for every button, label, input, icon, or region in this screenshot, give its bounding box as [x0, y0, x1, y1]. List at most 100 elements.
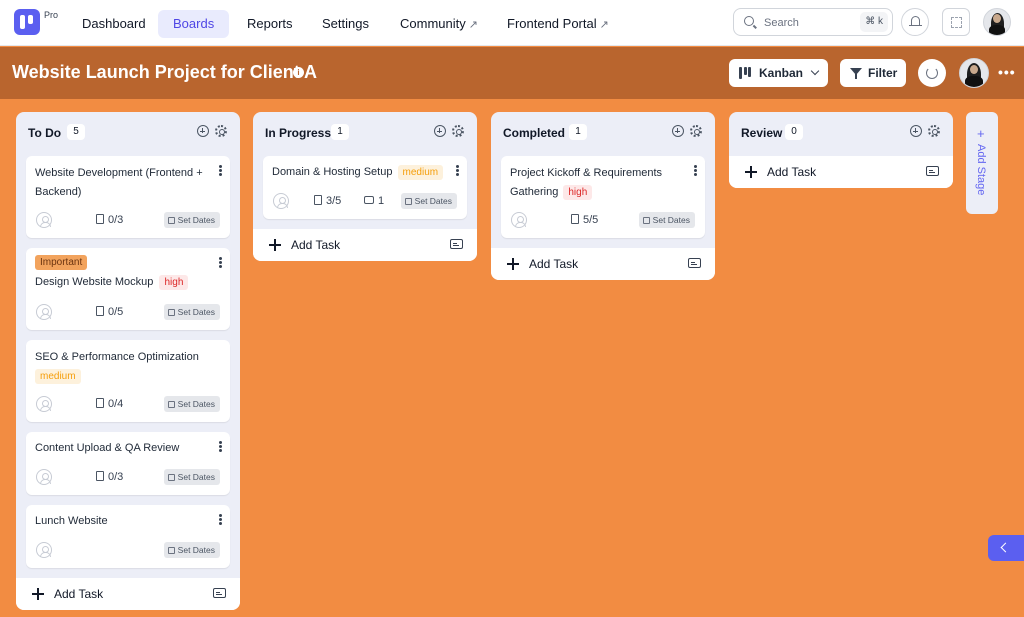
nav-frontend-portal-label: Frontend Portal [507, 16, 597, 31]
filter-icon [850, 68, 862, 79]
set-dates-button[interactable]: Set Dates [163, 469, 220, 485]
app-logo[interactable] [14, 9, 40, 35]
calendar-icon [404, 197, 412, 205]
task-title: Lunch Website [35, 515, 108, 527]
column-review: Review 0 Add Task [729, 112, 953, 188]
task-card[interactable]: SEO & Performance Optimization medium 0/… [26, 340, 230, 422]
add-task-button[interactable]: Add Task [729, 156, 953, 188]
nav-reports[interactable]: Reports [247, 10, 293, 38]
set-dates-label: Set Dates [177, 399, 215, 409]
gear-icon[interactable] [452, 125, 464, 137]
assignee-icon[interactable] [36, 542, 52, 558]
assignee-icon[interactable] [36, 396, 52, 412]
subtask-count: 5/5 [571, 214, 598, 226]
task-card[interactable]: Domain & Hosting Setup medium 3/5 1 Set … [263, 156, 467, 219]
kebab-menu-icon[interactable] [219, 165, 222, 176]
checklist-icon [96, 471, 104, 481]
add-circle-icon[interactable] [910, 125, 922, 137]
task-template-icon[interactable] [450, 239, 463, 249]
set-dates-label: Set Dates [177, 545, 215, 555]
assignee-icon[interactable] [273, 193, 289, 209]
assignee-icon[interactable] [36, 469, 52, 485]
add-task-button[interactable]: Add Task [253, 229, 477, 261]
task-title: SEO & Performance Optimization [35, 351, 199, 363]
assignee-icon[interactable] [511, 212, 527, 228]
bell-icon [909, 16, 922, 27]
add-circle-icon[interactable] [434, 125, 446, 137]
calendar-icon [167, 308, 175, 316]
kebab-menu-icon[interactable] [219, 514, 222, 525]
subtask-value: 0/5 [108, 306, 124, 318]
calendar-icon [167, 546, 175, 554]
nav-dashboard[interactable]: Dashboard [82, 10, 146, 38]
nav-community[interactable]: Community ↗ [400, 10, 478, 38]
assignee-icon[interactable] [36, 304, 52, 320]
notifications-button[interactable] [901, 8, 929, 36]
checklist-icon [314, 195, 322, 205]
add-task-button[interactable]: Add Task [16, 578, 240, 610]
set-dates-button[interactable]: Set Dates [163, 304, 220, 320]
nav-settings[interactable]: Settings [322, 10, 369, 38]
comment-count: 1 [364, 195, 384, 207]
add-task-label: Add Task [291, 238, 341, 252]
gear-icon[interactable] [928, 125, 940, 137]
task-card[interactable]: Lunch Website Set Dates [26, 505, 230, 568]
set-dates-label: Set Dates [177, 472, 215, 482]
top-navbar: Pro Dashboard Boards Reports Settings Co… [0, 0, 1024, 46]
task-title-row: Domain & Hosting Setup medium [272, 163, 462, 182]
add-stage-button[interactable]: + Add Stage [966, 112, 998, 214]
subtask-count: 0/3 [96, 214, 123, 226]
label-badge: Important [35, 255, 88, 270]
search-box[interactable]: ⌘ k [733, 8, 893, 36]
subtask-value: 0/3 [108, 214, 124, 226]
set-dates-label: Set Dates [177, 215, 215, 225]
filter-button[interactable]: Filter [840, 59, 906, 87]
view-selector[interactable]: Kanban [729, 59, 828, 87]
subtask-count: 0/3 [96, 471, 123, 483]
subtask-value: 0/4 [108, 398, 124, 410]
column-title: Review [741, 126, 783, 140]
plus-icon [32, 588, 44, 600]
set-dates-button[interactable]: Set Dates [163, 542, 220, 558]
task-template-icon[interactable] [688, 258, 701, 268]
chevron-left-icon [1000, 542, 1011, 553]
search-icon [744, 16, 754, 26]
task-template-icon[interactable] [213, 588, 226, 598]
set-dates-button[interactable]: Set Dates [163, 212, 220, 228]
nav-boards[interactable]: Boards [158, 10, 230, 38]
task-template-icon[interactable] [926, 166, 939, 176]
add-circle-icon[interactable] [197, 125, 209, 137]
task-card[interactable]: Important Design Website Mockup high 0/5… [26, 248, 230, 330]
add-stage-label: Add Stage [975, 144, 987, 196]
nav-frontend-portal[interactable]: Frontend Portal ↗ [507, 10, 609, 38]
add-circle-icon[interactable] [672, 125, 684, 137]
gear-icon[interactable] [690, 125, 702, 137]
priority-badge: high [563, 185, 593, 200]
task-card[interactable]: Content Upload & QA Review 0/3 Set Dates [26, 432, 230, 495]
search-input[interactable] [764, 14, 854, 32]
set-dates-button[interactable]: Set Dates [163, 396, 220, 412]
task-card[interactable]: Project Kickoff & Requirements Gathering… [501, 156, 705, 238]
kebab-menu-icon[interactable] [219, 257, 222, 268]
fullscreen-button[interactable] [942, 8, 970, 36]
task-count: 0 [785, 124, 803, 140]
task-card[interactable]: Website Development (Frontend + Backend)… [26, 156, 230, 238]
set-dates-button[interactable]: Set Dates [638, 212, 695, 228]
kebab-menu-icon[interactable] [456, 165, 459, 176]
project-member-avatar[interactable] [959, 58, 989, 88]
more-options-icon[interactable]: ••• [998, 64, 1016, 80]
info-icon[interactable]: i [293, 67, 304, 78]
kebab-menu-icon[interactable] [694, 165, 697, 176]
add-task-button[interactable]: Add Task [491, 248, 715, 280]
calendar-icon [167, 473, 175, 481]
gear-icon[interactable] [215, 125, 227, 137]
view-label: Kanban [759, 66, 804, 80]
sidebar-toggle-button[interactable] [988, 535, 1024, 561]
project-title: Website Launch Project for Client A [12, 62, 318, 82]
kebab-menu-icon[interactable] [219, 441, 222, 452]
refresh-button[interactable] [918, 59, 946, 87]
assignee-icon[interactable] [36, 212, 52, 228]
user-avatar[interactable] [983, 8, 1011, 36]
chevron-down-icon [810, 66, 820, 76]
set-dates-button[interactable]: Set Dates [400, 193, 457, 209]
